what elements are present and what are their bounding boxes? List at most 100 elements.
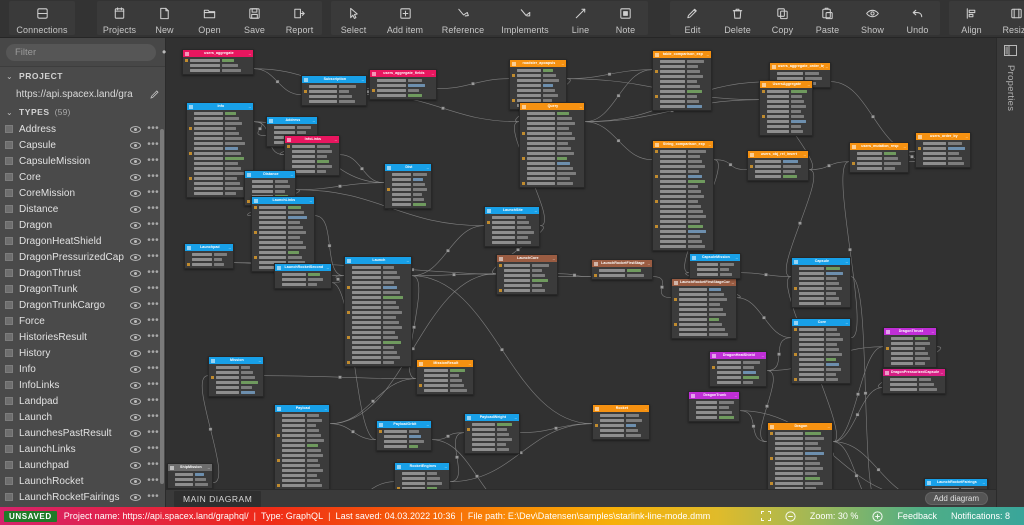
eye-icon[interactable] [130,445,142,453]
node-collapse-icon[interactable]: – [469,361,471,366]
node-collapse-icon[interactable]: – [804,152,806,157]
node-collapse-icon[interactable]: – [535,208,537,213]
sidebar-item-menu-button[interactable]: ••• [147,188,159,198]
node-field-row[interactable] [183,68,253,73]
node-field-row[interactable] [748,174,808,179]
eye-icon[interactable] [130,429,142,437]
node-header[interactable]: String_comparison_exp – [653,141,713,148]
node-header[interactable]: Capsule – [792,258,850,265]
node-collapse-icon[interactable]: – [291,172,293,177]
diagram-canvas[interactable]: users_aggregate – Subscription – users_aggre… [166,38,996,507]
node-collapse-icon[interactable]: – [966,134,968,139]
node-header[interactable]: Distance – [245,171,295,178]
diagram-node[interactable]: Payload – [274,404,330,495]
node-field-row[interactable] [689,415,739,420]
eye-icon[interactable] [130,157,142,165]
toolbar-button-open[interactable]: Open [187,1,232,35]
node-collapse-icon[interactable]: – [846,320,848,325]
node-collapse-icon[interactable]: – [941,370,943,375]
sidebar-scrollbar-thumb[interactable] [160,129,164,484]
node-collapse-icon[interactable]: – [709,142,711,147]
toolbar-button-implements[interactable]: Implements [492,1,558,35]
sidebar-item-launchrocket[interactable]: LaunchRocket ••• [0,473,165,489]
node-header[interactable]: LaunchCore – [497,255,557,262]
properties-rail[interactable]: Properties [996,38,1024,507]
toolbar-button-add-item[interactable]: Add item [376,1,434,35]
node-field-row[interactable] [792,301,850,306]
diagram-node[interactable]: users_aggregate_fields – [369,69,437,100]
diagram-node[interactable]: LaunchRocketSecond – [274,263,332,289]
diagram-node[interactable]: UsersAggregate – [759,80,813,136]
node-field-row[interactable] [710,380,766,385]
sidebar-item-menu-button[interactable]: ••• [147,460,159,470]
toolbar-button-edit[interactable]: Edit [670,1,715,35]
sidebar-item-launch[interactable]: Launch ••• [0,409,165,425]
toolbar-button-line[interactable]: Line [558,1,603,35]
pencil-icon[interactable] [150,89,159,99]
node-collapse-icon[interactable]: – [826,64,828,69]
node-header[interactable]: Payload – [275,405,329,412]
diagram-node[interactable]: DragonThrust – [883,327,937,368]
node-collapse-icon[interactable]: – [808,82,810,87]
eye-icon[interactable] [130,317,142,325]
node-collapse-icon[interactable]: – [327,265,329,270]
node-collapse-icon[interactable]: – [707,52,709,57]
notifications-count[interactable]: Notifications: 8 [951,511,1010,521]
node-header[interactable]: LaunchRocketSecond – [275,264,331,271]
toolbar-button-paste[interactable]: Paste [805,1,850,35]
node-field-row[interactable] [209,390,263,395]
node-collapse-icon[interactable]: – [407,258,409,263]
toolbar-button-report[interactable]: Report [277,1,322,35]
node-header[interactable]: roadster_apoapsis – [510,60,566,67]
eye-icon[interactable] [130,349,142,357]
sidebar-item-menu-button[interactable]: ••• [147,380,159,390]
diagram-node[interactable]: MissionResult – [416,359,474,395]
node-header[interactable]: LaunchSite – [485,207,539,214]
node-collapse-icon[interactable]: – [580,104,582,109]
node-header[interactable]: Rocket – [593,405,649,412]
feedback-button[interactable]: Feedback [897,511,937,521]
node-header[interactable]: CapsuleMission – [690,254,740,261]
sidebar-item-core[interactable]: Core ••• [0,169,165,185]
node-header[interactable]: users_aggregate_fields – [370,70,436,77]
diagram-node[interactable]: table_comparison_exp – [652,50,712,111]
toolbar-button-note[interactable]: Note [603,1,648,35]
node-collapse-icon[interactable]: – [310,198,312,203]
fit-screen-icon[interactable] [760,511,771,521]
node-collapse-icon[interactable]: – [445,464,447,469]
toolbar-button-delete[interactable]: Delete [715,1,760,35]
node-field-row[interactable] [916,161,970,166]
sidebar-item-menu-button[interactable]: ••• [147,268,159,278]
eye-icon[interactable] [130,493,142,501]
node-collapse-icon[interactable]: – [562,61,564,66]
node-field-row[interactable] [377,444,431,449]
node-field-row[interactable] [653,104,711,109]
sidebar-item-landpad[interactable]: Landpad ••• [0,393,165,409]
sidebar-item-menu-button[interactable]: ••• [147,156,159,166]
sidebar-item-dragonheatshield[interactable]: DragonHeatShield ••• [0,233,165,249]
node-field-row[interactable] [185,262,233,267]
node-header[interactable]: users_obj_rel_insert – [748,151,808,158]
node-field-row[interactable] [690,272,740,277]
toolbar-button-align[interactable]: Align [949,1,994,35]
eye-icon[interactable] [130,413,142,421]
sidebar-item-menu-button[interactable]: ••• [147,236,159,246]
node-header[interactable]: PayloadOrbit – [377,421,431,428]
node-collapse-icon[interactable]: – [932,329,934,334]
node-collapse-icon[interactable]: – [432,71,434,76]
node-field-row[interactable] [883,387,945,392]
eye-icon[interactable] [130,381,142,389]
node-collapse-icon[interactable]: – [249,104,251,109]
toolbar-button-copy[interactable]: Copy [760,1,805,35]
sidebar-item-menu-button[interactable]: ••• [147,124,159,134]
toolbar-button-connections[interactable]: Connections [9,1,75,35]
node-collapse-icon[interactable]: – [904,144,906,149]
sidebar-item-capsulemission[interactable]: CapsuleMission ••• [0,153,165,169]
node-collapse-icon[interactable]: – [362,77,364,82]
node-collapse-icon[interactable]: – [828,424,830,429]
node-header[interactable]: Address – [267,117,317,124]
sidebar-item-menu-button[interactable]: ••• [147,172,159,182]
node-collapse-icon[interactable]: – [335,137,337,142]
diagram-node[interactable]: ShipMission – [167,463,213,489]
eye-icon[interactable] [130,397,142,405]
